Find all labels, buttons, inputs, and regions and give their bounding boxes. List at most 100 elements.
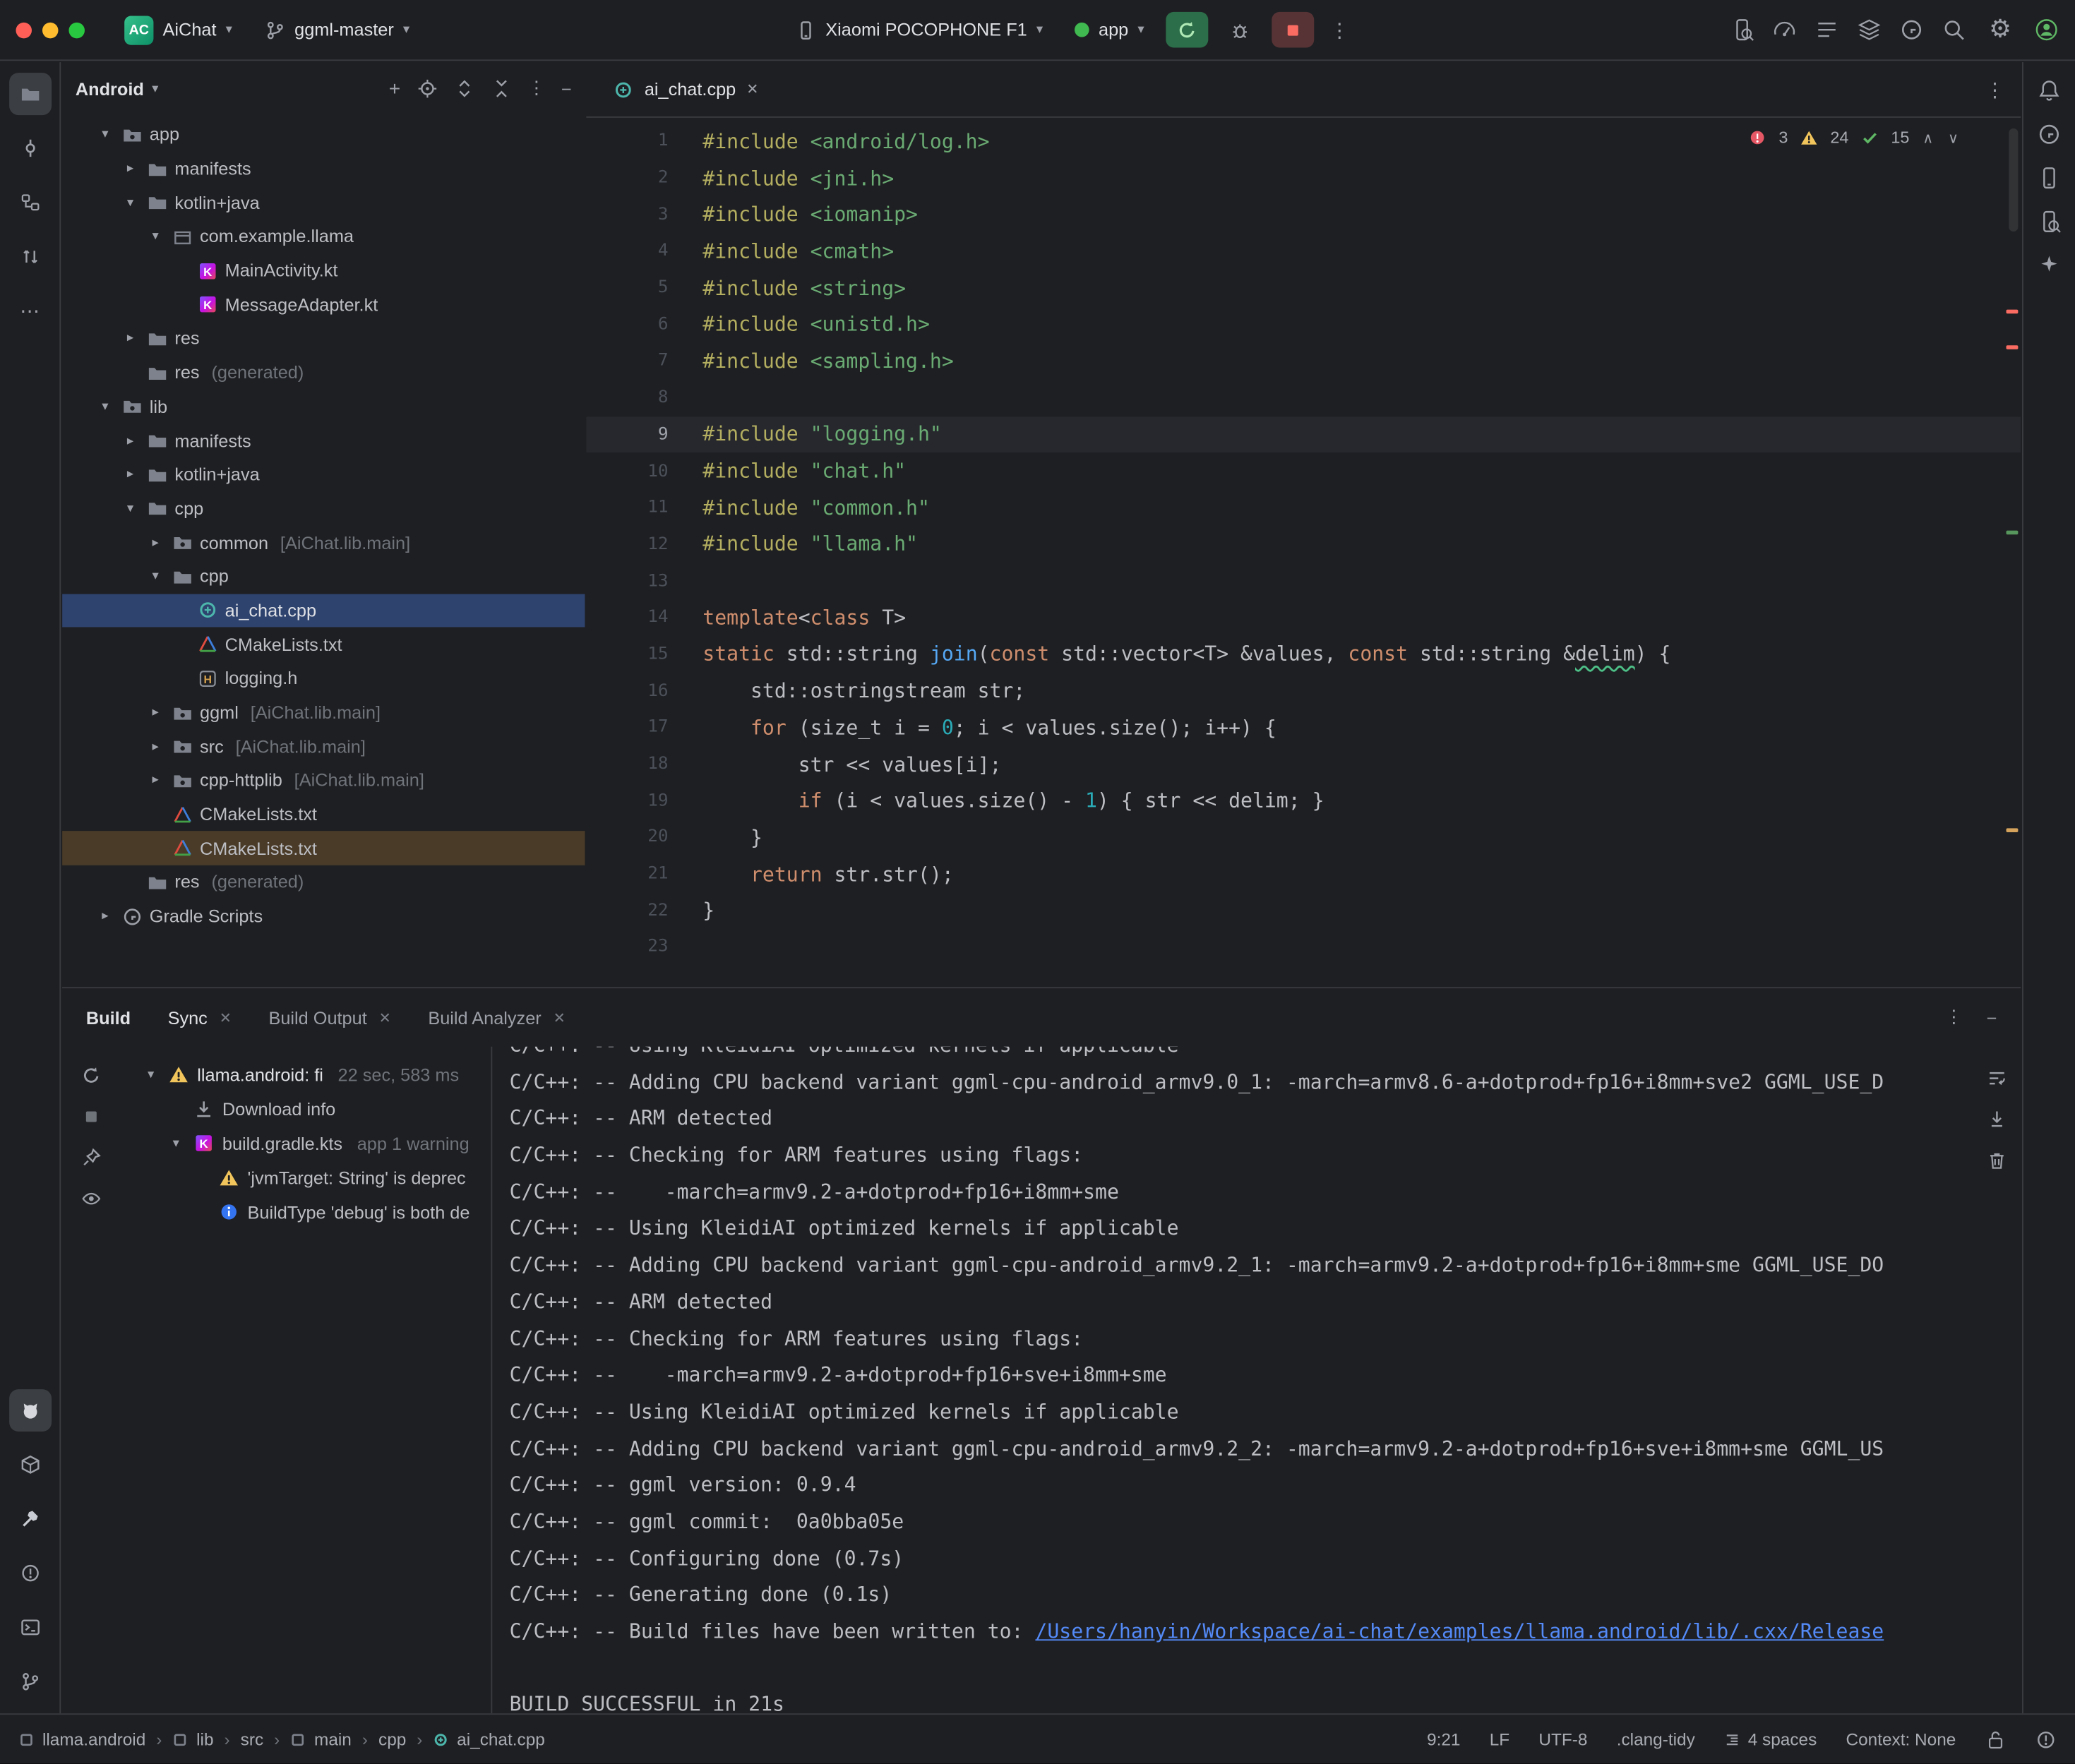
chevron-right-icon[interactable]: ▸: [121, 331, 140, 346]
filter-icon[interactable]: [80, 1188, 102, 1209]
tree-item-com-example-llama[interactable]: ▾com.example.llama: [62, 220, 585, 253]
collapse-all-icon[interactable]: [491, 78, 512, 100]
build-tree-item[interactable]: BuildType 'debug' is both de: [121, 1195, 491, 1230]
status-widget-4-spaces[interactable]: 4 spaces: [1724, 1729, 1817, 1749]
editor-error-stripe[interactable]: [2002, 118, 2021, 987]
device-manager-icon[interactable]: [2037, 165, 2062, 191]
assistant-icon[interactable]: [2037, 253, 2062, 278]
device-explorer-tool-button[interactable]: [8, 1444, 51, 1486]
build-tab-sync[interactable]: Sync✕: [168, 1007, 232, 1027]
close-tab-icon[interactable]: ✕: [746, 80, 758, 97]
search-everywhere-icon[interactable]: [1942, 17, 1967, 42]
stop-button[interactable]: [1272, 12, 1314, 48]
project-tool-button[interactable]: [8, 73, 51, 115]
chevron-right-icon[interactable]: ▸: [121, 467, 140, 482]
close-tab-icon[interactable]: ✕: [554, 1009, 566, 1026]
previous-problem-button[interactable]: ∧: [1921, 129, 1935, 146]
code-line-12[interactable]: 12#include "llama.h": [586, 526, 2021, 563]
scroll-to-end-icon[interactable]: [1986, 1109, 2007, 1130]
build-tab-build-output[interactable]: Build Output✕: [268, 1007, 390, 1027]
tree-item-cpp[interactable]: ▾cpp: [62, 560, 585, 594]
profiler-icon[interactable]: [1772, 17, 1798, 42]
tree-item-manifests[interactable]: ▸manifests: [62, 152, 585, 186]
hide-panel-button[interactable]: −: [561, 79, 572, 99]
code-line-5[interactable]: 5#include <string>: [586, 270, 2021, 306]
notifications-bell-icon[interactable]: [2037, 78, 2062, 104]
build-tool-button[interactable]: [8, 1498, 51, 1540]
tree-item-kotlin-java[interactable]: ▸kotlin+java: [62, 457, 585, 491]
todo-list-icon[interactable]: [1814, 17, 1840, 42]
panel-options-kebab[interactable]: ⋮: [527, 78, 545, 100]
chevron-right-icon[interactable]: ▸: [121, 433, 140, 448]
build-variants-icon[interactable]: [1857, 17, 1882, 42]
running-devices-icon[interactable]: [2037, 209, 2062, 234]
build-tree-item[interactable]: ▾llama.android: fi22 sec, 583 ms: [121, 1057, 491, 1092]
clear-console-icon[interactable]: [1986, 1150, 2007, 1171]
inspections-widget[interactable]: 3 24 15 ∧ ∨: [1748, 128, 1960, 147]
breadcrumb-item-main[interactable]: main: [290, 1729, 352, 1749]
chevron-down-icon[interactable]: ▾: [145, 229, 165, 244]
chevron-down-icon[interactable]: ▾: [145, 570, 165, 584]
build-console[interactable]: C/C++: -- Using KleidiAI optimized kerne…: [491, 1047, 1973, 1714]
info-circle-icon[interactable]: [2035, 1729, 2057, 1750]
problems-tool-button[interactable]: [8, 1552, 51, 1595]
code-line-23[interactable]: 23: [586, 929, 2021, 966]
tree-item-common[interactable]: ▸common[AiChat.lib.main]: [62, 526, 585, 560]
status-widget-lf[interactable]: LF: [1490, 1729, 1509, 1749]
build-options-kebab[interactable]: ⋮: [1945, 1007, 1963, 1028]
logcat-tool-button[interactable]: [8, 1389, 51, 1432]
lock-icon[interactable]: [1985, 1729, 2007, 1750]
code-line-11[interactable]: 11#include "common.h": [586, 489, 2021, 526]
chevron-right-icon[interactable]: ▸: [145, 773, 165, 788]
build-output-link[interactable]: /Users/hanyin/Workspace/ai-chat/examples…: [1035, 1619, 1884, 1643]
version-control-tool-button[interactable]: [8, 1660, 51, 1703]
tree-item-res[interactable]: res(generated): [62, 356, 585, 390]
code-line-8[interactable]: 8: [586, 380, 2021, 416]
tree-item-gradle-scripts[interactable]: ▸Gradle Scripts: [62, 899, 585, 933]
build-panel-title[interactable]: Build: [86, 1007, 131, 1027]
chevron-down-icon[interactable]: ▾: [167, 1136, 185, 1151]
code-line-2[interactable]: 2#include <jni.h>: [586, 160, 2021, 196]
chevron-right-icon[interactable]: ▸: [145, 739, 165, 754]
build-tab-build-analyzer[interactable]: Build Analyzer✕: [428, 1007, 566, 1027]
tree-item-cmakelists-txt[interactable]: CMakeLists.txt: [62, 798, 585, 832]
code-line-18[interactable]: 18 str << values[i];: [586, 746, 2021, 783]
warning-stripe-mark[interactable]: [2007, 828, 2019, 832]
project-view-selector[interactable]: Android: [76, 79, 144, 99]
code-editor[interactable]: 1#include <android/log.h>2#include <jni.…: [586, 118, 2021, 987]
pull-requests-tool-button[interactable]: [8, 236, 51, 278]
code-line-22[interactable]: 22}: [586, 892, 2021, 929]
change-stripe-mark[interactable]: [2007, 531, 2019, 535]
close-tab-icon[interactable]: ✕: [220, 1009, 232, 1026]
code-line-6[interactable]: 6#include <unistd.h>: [586, 306, 2021, 343]
tree-item-ggml[interactable]: ▸ggml[AiChat.lib.main]: [62, 695, 585, 729]
tree-item-ai-chat-cpp[interactable]: ai_chat.cpp: [62, 594, 585, 628]
tree-item-src[interactable]: ▸src[AiChat.lib.main]: [62, 729, 585, 763]
code-line-15[interactable]: 15static std::string join(const std::vec…: [586, 636, 2021, 673]
code-line-14[interactable]: 14template<class T>: [586, 599, 2021, 636]
branch-selector[interactable]: ggml-master ▾: [253, 14, 420, 46]
chevron-down-icon[interactable]: ▾: [95, 400, 115, 414]
chevron-down-icon[interactable]: ▾: [95, 128, 115, 143]
status-widget--clang-tidy[interactable]: .clang-tidy: [1617, 1729, 1695, 1749]
editor-scrollbar[interactable]: [2009, 128, 2018, 232]
add-button[interactable]: +: [389, 78, 400, 100]
tree-item-cpp[interactable]: ▾cpp: [62, 491, 585, 525]
error-stripe-mark[interactable]: [2007, 310, 2019, 314]
pin-icon[interactable]: [80, 1147, 102, 1168]
code-line-20[interactable]: 20 }: [586, 819, 2021, 856]
user-avatar-icon[interactable]: [2034, 17, 2059, 42]
status-widget-9-21[interactable]: 9:21: [1427, 1729, 1460, 1749]
commit-tool-button[interactable]: [8, 127, 51, 169]
code-line-21[interactable]: 21 return str.str();: [586, 856, 2021, 892]
soft-wrap-icon[interactable]: [1986, 1068, 2007, 1089]
tree-item-res[interactable]: res(generated): [62, 865, 585, 899]
code-line-4[interactable]: 4#include <cmath>: [586, 233, 2021, 270]
terminal-tool-button[interactable]: [8, 1606, 51, 1648]
tree-item-cmakelists-txt[interactable]: CMakeLists.txt: [62, 628, 585, 661]
breadcrumb-item-lib[interactable]: lib: [172, 1729, 213, 1749]
tree-item-logging-h[interactable]: Hlogging.h: [62, 661, 585, 695]
tree-item-app[interactable]: ▾app: [62, 118, 585, 152]
settings-gear-icon[interactable]: ⚙: [1984, 15, 2017, 45]
chevron-down-icon[interactable]: ▾: [121, 196, 140, 210]
